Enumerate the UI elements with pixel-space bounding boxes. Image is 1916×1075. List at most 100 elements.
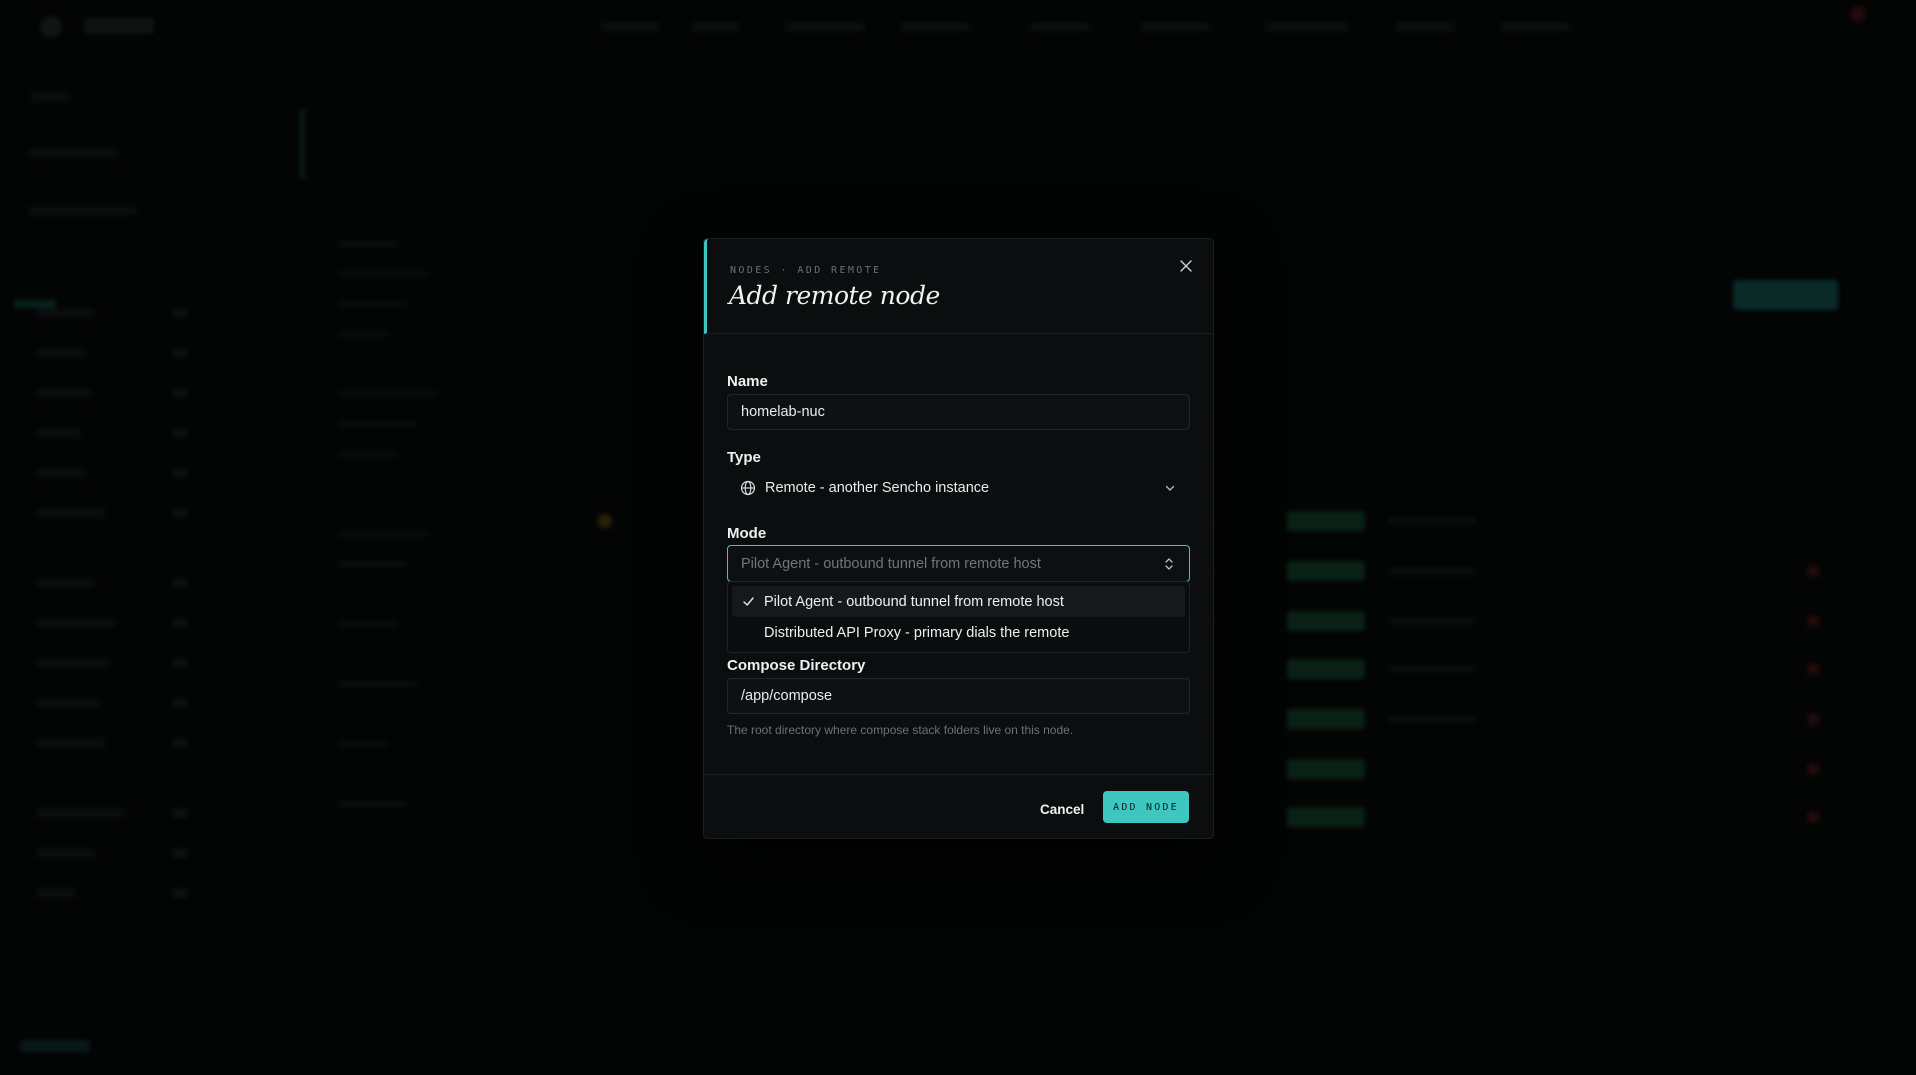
background-sidebar-count [172,618,188,628]
background-nav-item [900,22,970,32]
background-sidebar-count [172,308,188,318]
background-nav-item [690,22,740,32]
background-delete-icon [1807,663,1819,675]
background-status-badge [1287,511,1365,531]
background-status-badge [1287,807,1365,827]
close-button[interactable] [1176,256,1196,276]
background-nav-item [1140,22,1210,32]
background-list-line [338,530,428,538]
background-nav-item [1395,22,1455,32]
background-sidebar-row [36,428,81,438]
background-sidebar-row [36,388,91,398]
background-nav-item [600,22,660,32]
background-table-cell [1387,567,1477,575]
mode-option-label: Distributed API Proxy - primary dials th… [764,624,1070,641]
background-sidebar-row [36,508,106,518]
background-status-badge [1287,659,1365,679]
background-list-line [338,740,388,748]
background-sidebar-count [172,578,188,588]
background-status-badge [1287,709,1365,729]
background-status-badge [1287,611,1365,631]
background-nav-item [1030,22,1090,32]
background-column-list [320,230,510,930]
background-sidebar-count [172,848,188,858]
compose-directory-input[interactable]: /app/compose [727,678,1190,714]
background-sidebar-row [36,658,111,668]
background-sidebar-count [172,698,188,708]
chevron-up-down-icon [1163,556,1175,572]
background-sidebar-tab [14,300,56,308]
background-sidebar-row [36,738,106,748]
background-sidebar-count [172,808,188,818]
chevron-down-icon [1164,482,1176,494]
background-list-line [338,560,408,568]
check-icon [742,595,755,608]
background-sidebar-footer [20,1040,90,1052]
mode-label: Mode [727,525,767,542]
background-sidebar-row [28,148,118,158]
background-sidebar-row [36,888,76,898]
background-sidebar-count [172,428,188,438]
background-logo-icon [40,16,62,38]
add-remote-node-dialog: NODES · ADD REMOTE Add remote node Name … [703,238,1214,839]
name-label: Name [727,373,768,390]
background-status-badge [1287,759,1365,779]
background-sidebar-count [172,348,188,358]
close-icon [1180,260,1192,272]
compose-directory-value: /app/compose [741,688,833,704]
type-label: Type [727,449,761,466]
background-delete-icon [1807,763,1819,775]
background-sidebar-count [172,508,188,518]
background-sidebar-row [36,698,101,708]
background-sidebar-row [36,348,86,358]
background-star-icon [598,514,612,528]
mode-select[interactable]: Pilot Agent - outbound tunnel from remot… [727,545,1190,582]
background-list-line [338,420,418,428]
compose-directory-label: Compose Directory [727,657,866,674]
type-select-value: Remote - another Sencho instance [765,480,990,496]
background-nav-item [1500,22,1570,32]
background-table-cell [1387,665,1477,673]
background-list-line [338,330,388,338]
dialog-title: Add remote node [729,281,940,310]
background-list-line [338,680,418,688]
dialog-header: NODES · ADD REMOTE Add remote node [704,239,1213,334]
name-input-value: homelab-nuc [741,404,825,420]
background-primary-button [1733,280,1838,310]
background-table-cell [1387,517,1477,525]
background-list-line [338,800,408,808]
background-sidebar-row [36,578,96,588]
mode-option-distributed-api-proxy[interactable]: Distributed API Proxy - primary dials th… [732,617,1185,648]
type-select[interactable]: Remote - another Sencho instance [727,470,1190,506]
compose-directory-help: The root directory where compose stack f… [727,723,1074,737]
background-sidebar-count [172,468,188,478]
name-input[interactable]: homelab-nuc [727,394,1190,430]
background-nav-item [1265,22,1350,32]
background-table-cell [1387,617,1477,625]
background-delete-icon [1807,811,1819,823]
background-notification-icon [1850,6,1866,22]
background-logo [84,18,154,34]
background-delete-icon [1807,615,1819,627]
background-sidebar-row [36,308,96,318]
background-sidebar-count [172,888,188,898]
background-sidebar-row [36,808,126,818]
background-nav-item [785,22,865,32]
background-sidebar-row [30,92,70,102]
background-sidebar-count [172,658,188,668]
background-list-line [338,270,428,278]
cancel-button[interactable]: Cancel [1029,793,1095,825]
background-sidebar-row [36,848,96,858]
background-sidebar-count [172,388,188,398]
mode-select-placeholder: Pilot Agent - outbound tunnel from remot… [741,555,1041,572]
background-delete-icon [1807,713,1819,725]
mode-dropdown-menu: Pilot Agent - outbound tunnel from remot… [727,581,1190,653]
background-delete-icon [1807,565,1819,577]
dialog-footer: Cancel ADD NODE [704,774,1213,839]
mode-option-label: Pilot Agent - outbound tunnel from remot… [764,593,1064,610]
background-sidebar-row [28,206,138,216]
add-node-button[interactable]: ADD NODE [1103,791,1189,823]
background-sidebar-row [36,468,86,478]
mode-option-pilot-agent[interactable]: Pilot Agent - outbound tunnel from remot… [732,586,1185,617]
background-list-line [338,240,398,248]
